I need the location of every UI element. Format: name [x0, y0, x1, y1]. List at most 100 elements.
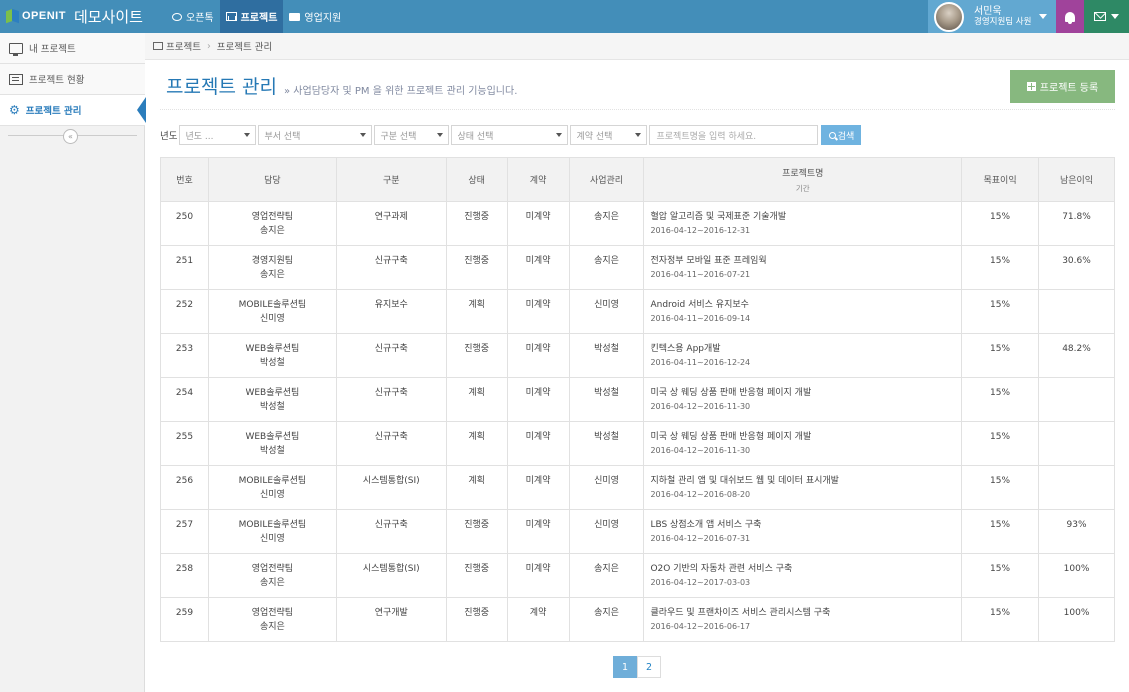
page-button-2[interactable]: 2 — [637, 656, 661, 678]
cell-project-name: 지하철 관리 앱 및 대쉬보드 웹 및 데이터 표시개발 2016-04-12~2… — [643, 465, 963, 510]
bar-chart-icon — [225, 12, 237, 21]
department-select[interactable]: 부서 선택 — [258, 125, 373, 145]
cell-target-profit: 15% — [961, 377, 1040, 422]
sidebar-item-project-status[interactable]: 프로젝트 현황 — [0, 64, 145, 95]
col-owner[interactable]: 담당 — [207, 157, 337, 202]
table-row[interactable]: 256 MOBILE솔루션팀 신미영 시스템통합(SI) 계획 미계약 신미영 지하철 관리 … — [160, 465, 1115, 510]
col-no[interactable]: 번호 — [160, 157, 209, 202]
cell-type: 신규구축 — [335, 333, 447, 378]
col-manager[interactable]: 사업관리 — [568, 157, 645, 202]
project-name-link[interactable]: 미국 상 웨딩 상품 판매 반응형 페이지 개발 — [650, 430, 961, 444]
owner-team: WEB솔루션팀 — [245, 344, 300, 354]
type-select[interactable]: 구분 선택 — [374, 125, 450, 145]
nav-sales-support[interactable]: 영업지원 — [283, 0, 347, 33]
sidebar-item-label: 내 프로젝트 — [29, 44, 76, 55]
collapse-sidebar-button[interactable]: « — [63, 129, 78, 144]
cell-manager: 송지은 — [568, 597, 645, 642]
cell-type: 유지보수 — [335, 289, 447, 334]
cell-status: 진행중 — [445, 509, 508, 554]
cell-status: 진행중 — [445, 201, 508, 246]
contract-select[interactable]: 계약 선택 — [570, 125, 648, 145]
table-row[interactable]: 251 경영지원팀 송지은 신규구축 진행중 미계약 송지은 전자정부 모바일 표준 프레임웍… — [160, 245, 1115, 290]
gear-icon: ⚙ — [9, 103, 20, 117]
chat-icon — [172, 12, 182, 21]
project-period: 2016-04-12~2016-11-30 — [650, 402, 751, 411]
cell-type: 시스템통합(SI) — [335, 553, 447, 598]
owner-team: 영업전략팀 — [251, 564, 294, 574]
type-select-value: 구분 선택 — [380, 131, 417, 142]
table-row[interactable]: 257 MOBILE솔루션팀 신미영 신규구축 진행중 미계약 신미영 LBS 상점소개 앱 … — [160, 509, 1115, 554]
cell-target-profit: 15% — [961, 553, 1040, 598]
monitor-icon — [9, 42, 23, 56]
user-menu[interactable]: 서민욱 경영지원팀 사원 — [928, 0, 1056, 33]
search-input[interactable]: 프로젝트명을 입력 하세요. — [649, 125, 819, 145]
cell-status: 계획 — [445, 289, 508, 334]
col-project-name-label: 프로젝트명 — [782, 168, 824, 179]
briefcase-icon — [289, 12, 301, 21]
cell-owner: WEB솔루션팀 박성철 — [207, 377, 337, 422]
project-name-link[interactable]: 혈압 알고리즘 및 국제표준 기술개발 — [650, 210, 961, 224]
page-button-1[interactable]: 1 — [613, 656, 637, 678]
owner-person: 신미영 — [259, 534, 285, 544]
cell-remaining-profit: 100% — [1038, 597, 1115, 642]
messages-button[interactable] — [1084, 0, 1129, 33]
col-remaining-profit[interactable]: 남은이익 — [1038, 157, 1115, 202]
cell-manager: 박성철 — [568, 421, 645, 466]
cell-status: 진행중 — [445, 333, 508, 378]
owner-person: 박성철 — [259, 446, 285, 456]
sidebar-item-my-projects[interactable]: 내 프로젝트 — [0, 33, 145, 64]
cell-target-profit: 15% — [961, 465, 1040, 510]
notifications-button[interactable] — [1056, 0, 1084, 33]
page-subtitle: » 사업담당자 및 PM 을 위한 프로젝트 관리 기능입니다. — [284, 86, 518, 97]
year-select-value: 년도 ... — [185, 131, 214, 142]
project-name-link[interactable]: O2O 기반의 자동차 관련 서비스 구축 — [650, 562, 961, 576]
project-period: 2016-04-12~2016-06-17 — [650, 622, 751, 631]
breadcrumb-current: 프로젝트 관리 — [216, 42, 273, 53]
project-name-link[interactable]: 전자정부 모바일 표준 프레임웍 — [650, 254, 961, 268]
table-row[interactable]: 254 WEB솔루션팀 박성철 신규구축 계획 미계약 박성철 미국 상 웨딩 상품 판매 반… — [160, 377, 1115, 422]
status-select[interactable]: 상태 선택 — [451, 125, 569, 145]
col-type[interactable]: 구분 — [335, 157, 447, 202]
project-name-link[interactable]: 킨텍스용 App개발 — [650, 342, 961, 356]
project-name-link[interactable]: 미국 상 웨딩 상품 판매 반응형 페이지 개발 — [650, 386, 961, 400]
envelope-icon — [1094, 12, 1106, 21]
project-name-link[interactable]: 지하철 관리 앱 및 대쉬보드 웹 및 데이터 표시개발 — [650, 474, 961, 488]
project-name-link[interactable]: 클라우드 및 프랜차이즈 서비스 관리시스템 구축 — [650, 606, 961, 620]
user-role: 경영지원팀 사원 — [974, 16, 1032, 27]
table-header-row: 번호 담당 구분 상태 계약 사업관리 프로젝트명 기간 목표이익 남은이익 — [160, 157, 1115, 202]
owner-team: 경영지원팀 — [251, 256, 294, 266]
cell-manager: 송지은 — [568, 553, 645, 598]
breadcrumb-root[interactable]: 프로젝트 — [166, 39, 201, 53]
table-row[interactable]: 250 영업전략팀 송지은 연구과제 진행중 미계약 송지은 혈압 알고리즘 및 국제표준 기… — [160, 201, 1115, 246]
cell-project-name: 미국 상 웨딩 상품 판매 반응형 페이지 개발 2016-04-12~2016-… — [643, 377, 963, 422]
brand[interactable]: OPENIT 데모사이트 — [6, 6, 143, 26]
table-row[interactable]: 255 WEB솔루션팀 박성철 신규구축 계획 미계약 박성철 미국 상 웨딩 상품 판매 반… — [160, 421, 1115, 466]
project-name-link[interactable]: Android 서비스 유지보수 — [650, 298, 961, 312]
owner-team: MOBILE솔루션팀 — [238, 520, 307, 530]
year-select[interactable]: 년도 ... — [179, 125, 257, 145]
cell-contract: 계약 — [506, 597, 570, 642]
cell-target-profit: 15% — [961, 333, 1040, 378]
project-period: 2016-04-12~2017-03-03 — [650, 578, 751, 587]
sidebar-item-project-management[interactable]: ⚙ 프로젝트 관리 — [0, 95, 146, 126]
col-status[interactable]: 상태 — [445, 157, 508, 202]
search-button[interactable]: 검색 — [821, 125, 862, 145]
nav-project[interactable]: 프로젝트 — [219, 0, 284, 33]
cell-manager: 송지은 — [568, 245, 645, 290]
cell-status: 계획 — [445, 421, 508, 466]
table-row[interactable]: 259 영업전략팀 송지은 연구개발 진행중 계약 송지은 클라우드 및 프랜차이즈 서비스 … — [160, 597, 1115, 642]
col-project-name[interactable]: 프로젝트명 기간 — [643, 157, 963, 202]
col-contract[interactable]: 계약 — [506, 157, 570, 202]
owner-person: 신미영 — [259, 314, 285, 324]
nav-opentalk[interactable]: 오픈톡 — [166, 0, 220, 33]
project-name-link[interactable]: LBS 상점소개 앱 서비스 구축 — [650, 518, 961, 532]
col-target-profit[interactable]: 목표이익 — [961, 157, 1040, 202]
register-project-button[interactable]: 프로젝트 등록 — [1010, 70, 1115, 103]
table-row[interactable]: 258 영업전략팀 송지은 시스템통합(SI) 진행중 미계약 송지은 O2O 기반의 자동차… — [160, 553, 1115, 598]
project-table: 번호 담당 구분 상태 계약 사업관리 프로젝트명 기간 목표이익 남은이익 2… — [160, 157, 1115, 642]
table-row[interactable]: 253 WEB솔루션팀 박성철 신규구축 진행중 미계약 박성철 킨텍스용 App개발 2016… — [160, 333, 1115, 378]
cell-contract: 미계약 — [506, 421, 570, 466]
cell-no: 257 — [160, 509, 209, 554]
cell-status: 진행중 — [445, 245, 508, 290]
table-row[interactable]: 252 MOBILE솔루션팀 신미영 유지보수 계획 미계약 신미영 Android 서비스 … — [160, 289, 1115, 334]
